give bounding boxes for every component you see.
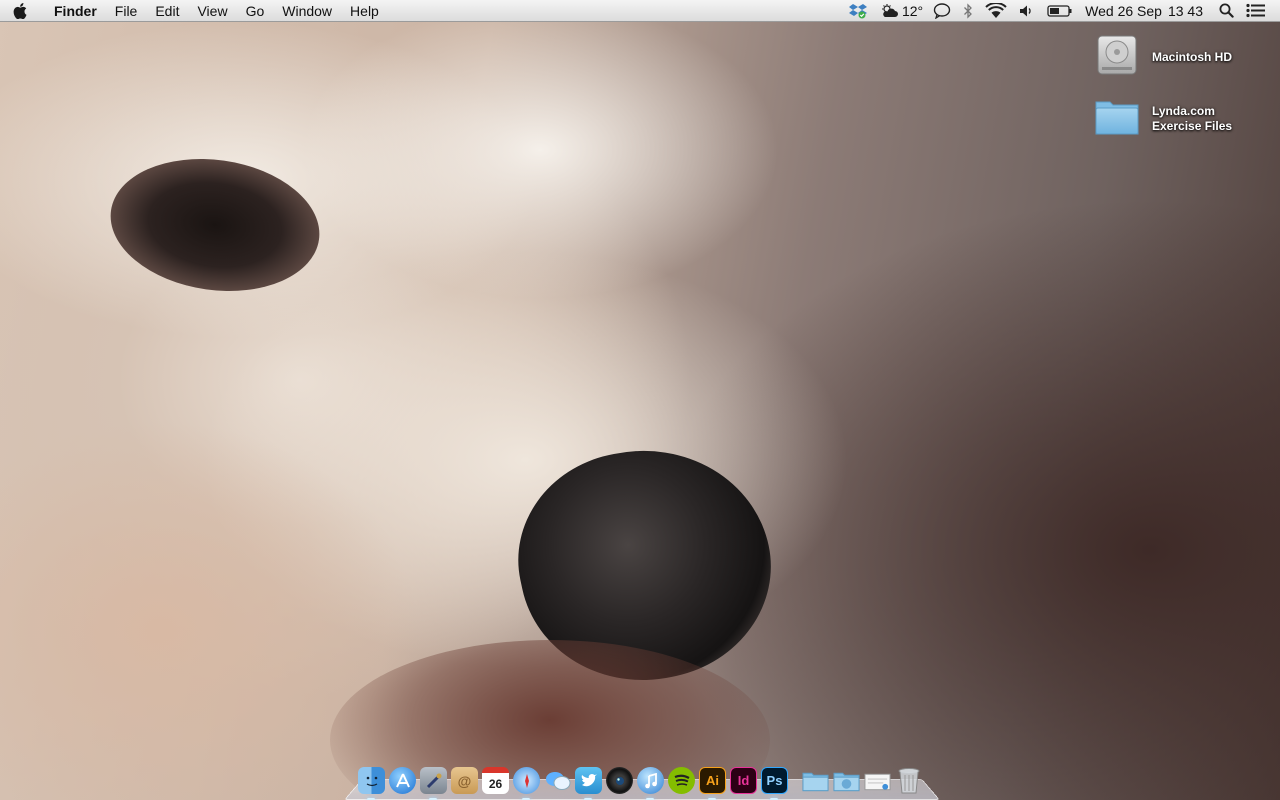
- dock-photo-booth[interactable]: [604, 765, 635, 796]
- weather-widget[interactable]: 12°: [873, 0, 927, 22]
- applications-folder-icon: [802, 767, 829, 794]
- dock-calendar[interactable]: 26: [480, 765, 511, 796]
- menu-view[interactable]: View: [188, 0, 236, 22]
- dock-safari[interactable]: [511, 765, 542, 800]
- wifi-icon[interactable]: [979, 0, 1013, 22]
- dock-messages[interactable]: [542, 765, 573, 796]
- desktop-wallpaper: [0, 0, 1280, 800]
- itunes-icon: [637, 767, 664, 794]
- calendar-icon: 26: [482, 767, 509, 794]
- app-store-icon: [389, 767, 416, 794]
- dock-system-preferences[interactable]: [418, 765, 449, 800]
- notification-center-icon[interactable]: [1240, 0, 1272, 22]
- downloads-folder-icon: [833, 767, 860, 794]
- trash-icon: [895, 767, 922, 794]
- desktop-icon-label: Lynda.com Exercise Files: [1152, 103, 1233, 133]
- clock-time[interactable]: 13 43: [1168, 0, 1209, 22]
- dropbox-status-icon[interactable]: [843, 0, 873, 22]
- dock-twitter[interactable]: [573, 765, 604, 800]
- twitter-icon: [575, 767, 602, 794]
- clock-date[interactable]: Wed 26 Sep: [1079, 0, 1168, 22]
- dock-separator: [790, 764, 800, 796]
- menu-help[interactable]: Help: [341, 0, 388, 22]
- contacts-icon: @: [451, 767, 478, 794]
- messages-status-icon[interactable]: [927, 0, 957, 22]
- safari-icon: [513, 767, 540, 794]
- photoshop-icon: Ps: [761, 767, 788, 794]
- system-preferences-icon: [420, 767, 447, 794]
- menu-edit[interactable]: Edit: [146, 0, 188, 22]
- dock-contacts[interactable]: @: [449, 765, 480, 796]
- desktop-icon-label: Macintosh HD: [1152, 50, 1233, 64]
- dock-downloads-folder[interactable]: [831, 765, 862, 796]
- desktop-icon-exercise-files[interactable]: Lynda.com Exercise Files: [1094, 94, 1232, 143]
- hard-drive-icon: [1094, 32, 1140, 83]
- apple-menu-icon[interactable]: [0, 0, 40, 22]
- dock-finder[interactable]: [356, 765, 387, 800]
- folder-icon: [1094, 94, 1140, 143]
- messages-icon: [544, 767, 571, 794]
- weather-temperature: 12°: [901, 2, 924, 19]
- volume-icon[interactable]: [1013, 0, 1041, 22]
- indesign-icon: Id: [730, 767, 757, 794]
- menu-bar: Finder File Edit View Go Window Help 12°…: [0, 0, 1280, 22]
- weather-cloud-icon: [879, 3, 899, 18]
- menu-go[interactable]: Go: [237, 0, 274, 22]
- finder-icon: [358, 767, 385, 794]
- desktop-icon-macintosh-hd[interactable]: Macintosh HD: [1094, 32, 1232, 83]
- dock-mail-document[interactable]: [862, 765, 893, 796]
- photo-booth-icon: [606, 767, 633, 794]
- mail-document-icon: [864, 767, 891, 794]
- dock-app-store[interactable]: [387, 765, 418, 796]
- dock-indesign[interactable]: Id: [728, 765, 759, 796]
- app-menu-finder[interactable]: Finder: [40, 0, 106, 22]
- spotlight-search-icon[interactable]: [1209, 0, 1240, 22]
- dock-photoshop[interactable]: Ps: [759, 765, 790, 800]
- illustrator-icon: Ai: [699, 767, 726, 794]
- dock-illustrator[interactable]: Ai: [697, 765, 728, 800]
- menu-window[interactable]: Window: [273, 0, 341, 22]
- menu-file[interactable]: File: [106, 0, 147, 22]
- dock-spotify[interactable]: [666, 765, 697, 796]
- dock-trash[interactable]: [893, 765, 924, 796]
- dock: @ 26 Ai Id Ps: [344, 760, 940, 800]
- battery-icon[interactable]: [1041, 0, 1079, 22]
- bluetooth-icon[interactable]: [957, 0, 979, 22]
- dock-itunes[interactable]: [635, 765, 666, 800]
- dock-applications-folder[interactable]: [800, 765, 831, 796]
- spotify-icon: [668, 767, 695, 794]
